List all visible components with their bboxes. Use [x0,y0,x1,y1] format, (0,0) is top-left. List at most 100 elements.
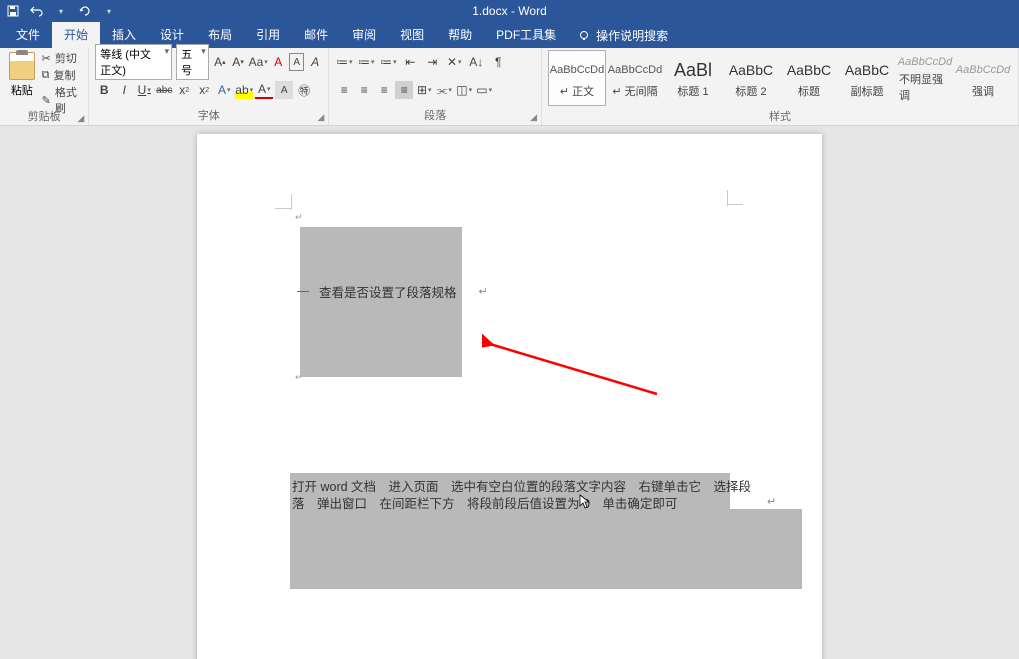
char-shading-button[interactable]: A [275,81,293,99]
scissors-icon: ✂ [42,52,51,65]
shrink-font-button[interactable]: A▾ [231,53,245,71]
bold-button[interactable]: B [95,81,113,99]
cursor-icon [579,494,591,513]
group-font: 等线 (中文正文) 五号 A▴ A▾ Aa A A A B I U abc x2… [89,48,329,125]
enclose-char-button[interactable]: ㊕ [295,81,313,99]
strikethrough-button[interactable]: abc [155,81,173,99]
document-text-line[interactable]: 查看是否设置了段落规格 ↵ [297,282,488,301]
styles-gallery: AaBbCcDd↵ 正文AaBbCcDd↵ 无间隔AaBl标题 1AaBbC标题… [548,50,1012,106]
doc-title-text: 1.docx [472,4,507,18]
tab-file[interactable]: 文件 [4,22,52,48]
tab-references[interactable]: 引用 [244,22,292,48]
style-item-4[interactable]: AaBbC标题 [780,50,838,106]
copy-button[interactable]: ⧉ 复制 [42,67,83,83]
bullets-button[interactable]: ≔ [335,53,353,71]
tab-help[interactable]: 帮助 [436,22,484,48]
line-spacing-button[interactable]: ⫘ [435,81,453,99]
qat-customize-icon[interactable]: ▾ [102,4,116,18]
style-item-3[interactable]: AaBbC标题 2 [722,50,780,106]
grow-font-button[interactable]: A▴ [213,53,227,71]
highlight-button[interactable]: ab [235,81,253,99]
window-title: 1.docx - Word [472,4,547,18]
paste-icon [9,52,35,80]
paste-label: 粘贴 [11,82,33,98]
tell-me-search[interactable]: 操作说明搜索 [568,23,678,48]
distribute-button[interactable]: ⊞ [415,81,433,99]
change-case-button[interactable]: Aa [249,53,267,71]
subscript-button[interactable]: x2 [175,81,193,99]
style-name: 副标题 [851,83,884,99]
clear-formatting-button[interactable]: A [308,53,322,71]
lightbulb-icon [578,30,590,42]
align-right-button[interactable]: ≡ [375,81,393,99]
style-name: 标题 2 [735,83,766,99]
style-item-0[interactable]: AaBbCcDd↵ 正文 [548,50,606,106]
style-preview: AaBbCcDd [550,57,604,83]
align-left-button[interactable]: ≡ [335,81,353,99]
paragraph-launcher-icon[interactable]: ◢ [530,112,537,123]
font-size-combo[interactable]: 五号 [176,44,209,80]
tab-review[interactable]: 审阅 [340,22,388,48]
crop-mark [727,190,728,206]
superscript-button[interactable]: x2 [195,81,213,99]
tab-home[interactable]: 开始 [52,22,100,48]
style-preview: AaBbCcDd [956,57,1010,83]
style-item-7[interactable]: AaBbCcDd强调 [954,50,1012,106]
style-name: 不明显强调 [899,71,951,103]
para-mark-icon: ↵ [479,285,488,298]
char-border-button[interactable]: A [289,53,304,71]
text-effects-button[interactable]: A [215,81,233,99]
align-center-button[interactable]: ≡ [355,81,373,99]
brush-icon: ✎ [42,94,51,107]
paste-button[interactable]: 粘贴 [6,50,38,106]
style-name: ↵ 无间隔 [612,83,657,99]
tab-pdf-tools[interactable]: PDF工具集 [484,22,568,48]
phonetic-guide-button[interactable]: A [271,53,285,71]
decrease-indent-button[interactable]: ⇤ [401,53,419,71]
tab-mailings[interactable]: 邮件 [292,22,340,48]
selection-highlight [300,227,462,377]
shading-button[interactable]: ◫ [455,81,473,99]
style-item-5[interactable]: AaBbC副标题 [838,50,896,106]
style-item-2[interactable]: AaBl标题 1 [664,50,722,106]
tab-view[interactable]: 视图 [388,22,436,48]
increase-indent-button[interactable]: ⇥ [423,53,441,71]
document-area[interactable]: ↵ 查看是否设置了段落规格 ↵ ↵ 打开 word 文档 进入页面 选中有空白位… [0,126,1019,659]
crop-mark [727,204,743,205]
group-styles: AaBbCcDd↵ 正文AaBbCcDd↵ 无间隔AaBl标题 1AaBbC标题… [542,48,1019,125]
sort-button[interactable]: A↓ [467,53,485,71]
document-text-block[interactable]: 打开 word 文档 进入页面 选中有空白位置的段落文字内容 右键单击它 选择段… [292,479,762,513]
undo-dropdown-icon[interactable]: ▾ [54,4,68,18]
app-name-text: Word [518,4,546,18]
style-name: ↵ 正文 [560,83,594,99]
numbering-button[interactable]: ≔ [357,53,375,71]
save-icon[interactable] [6,4,20,18]
group-paragraph: ≔ ≔ ≔ ⇤ ⇥ ✕ A↓ ¶ ≡ ≡ ≡ ≡ ⊞ ⫘ ◫ ▭ 段落 ◢ [329,48,542,125]
clipboard-launcher-icon[interactable]: ◢ [77,113,84,124]
style-preview: AaBbC [845,57,889,83]
font-launcher-icon[interactable]: ◢ [317,112,324,123]
style-name: 标题 [798,83,820,99]
style-preview: AaBbC [729,57,773,83]
font-name-combo[interactable]: 等线 (中文正文) [95,44,172,80]
italic-button[interactable]: I [115,81,133,99]
style-item-6[interactable]: AaBbCcDd不明显强调 [896,50,954,106]
selection-highlight [290,509,802,589]
ribbon: 粘贴 ✂ 剪切 ⧉ 复制 ✎ 格式刷 剪贴板 ◢ [0,48,1019,126]
quick-access-toolbar: ▾ ▾ [6,4,116,18]
asian-layout-button[interactable]: ✕ [445,53,463,71]
undo-icon[interactable] [30,4,44,18]
page[interactable]: ↵ 查看是否设置了段落规格 ↵ ↵ 打开 word 文档 进入页面 选中有空白位… [197,134,822,659]
show-marks-button[interactable]: ¶ [489,53,507,71]
redo-icon[interactable] [78,4,92,18]
underline-button[interactable]: U [135,81,153,99]
group-clipboard: 粘贴 ✂ 剪切 ⧉ 复制 ✎ 格式刷 剪贴板 ◢ [0,48,89,125]
borders-button[interactable]: ▭ [475,81,493,99]
style-item-1[interactable]: AaBbCcDd↵ 无间隔 [606,50,664,106]
justify-button[interactable]: ≡ [395,81,413,99]
font-color-button[interactable]: A [255,81,273,99]
cut-button[interactable]: ✂ 剪切 [42,50,83,66]
style-preview: AaBbC [787,57,831,83]
multilevel-list-button[interactable]: ≔ [379,53,397,71]
clipboard-group-label: 剪贴板 ◢ [6,106,82,126]
